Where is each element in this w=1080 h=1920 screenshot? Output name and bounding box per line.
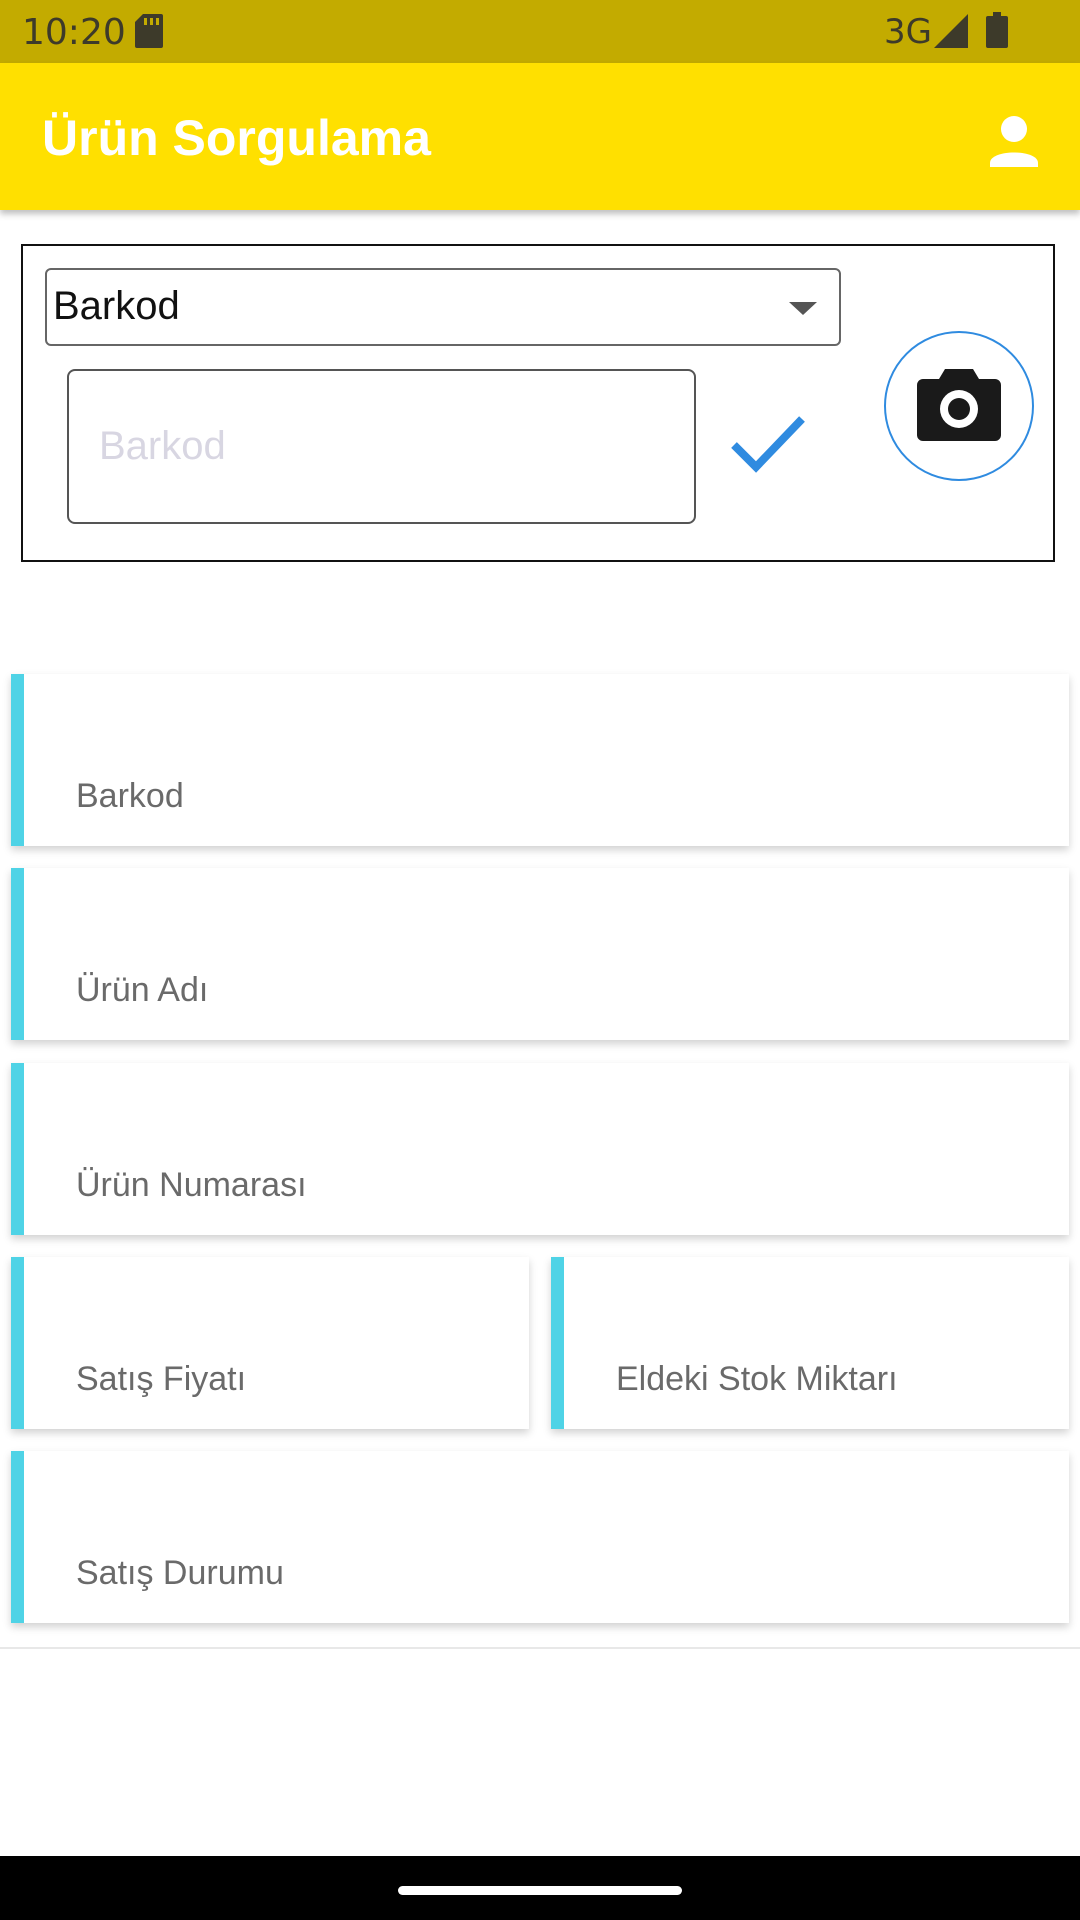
camera-button[interactable]	[884, 331, 1034, 481]
navigation-bar	[0, 1856, 1080, 1920]
signal-icon	[934, 14, 968, 53]
camera-icon	[917, 369, 1001, 441]
card-accent	[551, 1257, 564, 1429]
field-label-urun-numarasi: Ürün Numarası	[76, 1166, 307, 1204]
status-time: 10:20	[22, 12, 126, 53]
search-type-dropdown[interactable]: Barkod	[45, 268, 841, 346]
barcode-input[interactable]	[67, 369, 696, 524]
chevron-down-icon	[789, 302, 817, 315]
field-card-satis-fiyati: Satış Fiyatı	[11, 1257, 529, 1429]
card-accent	[11, 674, 24, 846]
home-indicator[interactable]	[398, 1886, 682, 1895]
field-label-satis-fiyati: Satış Fiyatı	[76, 1360, 247, 1398]
card-accent	[11, 1063, 24, 1235]
field-label-urun-adi: Ürün Adı	[76, 971, 209, 1009]
app-bar: Ürün Sorgulama	[0, 63, 1080, 210]
card-accent	[11, 1451, 24, 1623]
card-accent	[11, 1257, 24, 1429]
account-icon[interactable]	[986, 113, 1042, 174]
field-card-barkod: Barkod	[11, 674, 1069, 846]
field-card-urun-adi: Ürün Adı	[11, 868, 1069, 1040]
sd-card-icon	[135, 14, 163, 53]
divider	[0, 1647, 1080, 1649]
field-label-stok-miktari: Eldeki Stok Miktarı	[616, 1360, 898, 1398]
network-type: 3G	[884, 12, 932, 52]
search-type-value: Barkod	[53, 284, 180, 328]
field-label-barkod: Barkod	[76, 777, 184, 815]
field-card-stok-miktari: Eldeki Stok Miktarı	[551, 1257, 1069, 1429]
status-bar: 10:20 3G	[0, 0, 1080, 63]
check-icon[interactable]	[728, 411, 808, 480]
search-panel: Barkod	[21, 244, 1055, 562]
card-accent	[11, 868, 24, 1040]
page-title: Ürün Sorgulama	[42, 110, 431, 166]
field-card-satis-durumu: Satış Durumu	[11, 1451, 1069, 1623]
battery-icon	[986, 12, 1008, 53]
field-card-urun-numarasi: Ürün Numarası	[11, 1063, 1069, 1235]
field-label-satis-durumu: Satış Durumu	[76, 1554, 284, 1592]
